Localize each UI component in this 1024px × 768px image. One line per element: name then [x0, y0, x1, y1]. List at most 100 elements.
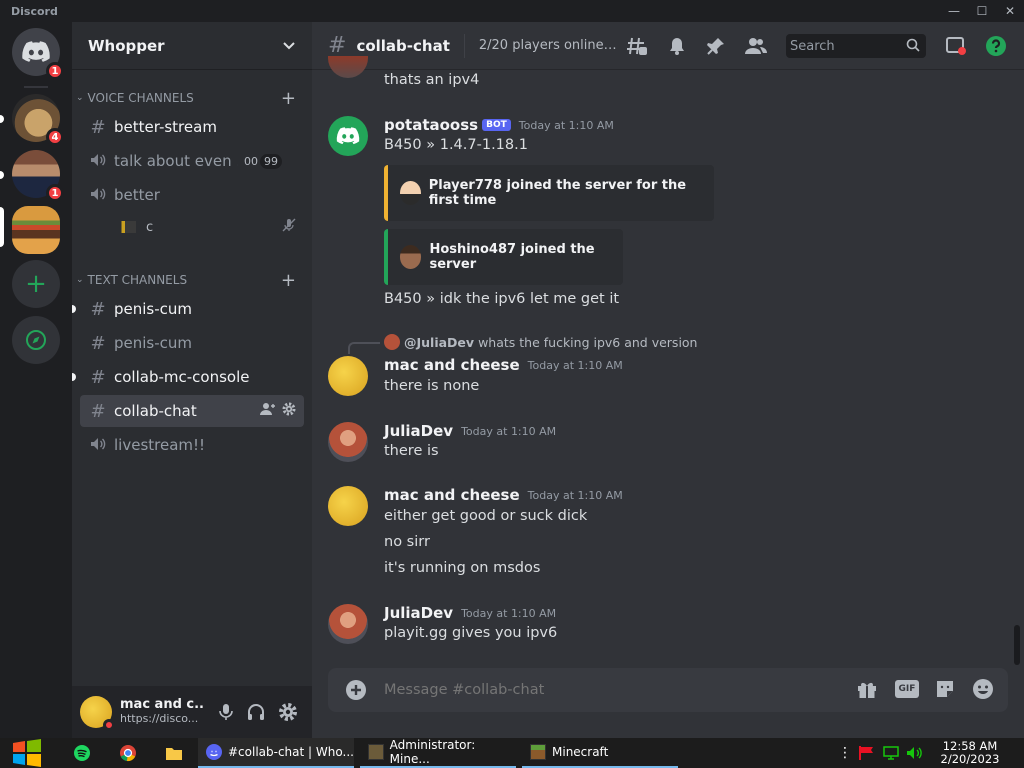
player-avatar	[400, 181, 421, 205]
channel-collab-mc-console[interactable]: # collab-mc-console	[72, 361, 304, 393]
message-author[interactable]: mac and cheese	[384, 356, 520, 374]
server-icon[interactable]: 1	[12, 150, 64, 202]
gear-icon[interactable]	[282, 402, 296, 420]
channel-livestream[interactable]: livestream!!	[80, 429, 304, 461]
message-author[interactable]: JuliaDev	[384, 604, 453, 622]
avatar[interactable]	[328, 486, 368, 526]
server-icon-whopper[interactable]	[12, 206, 60, 254]
taskbar-item-admin-console[interactable]: Administrator: Mine...	[360, 738, 516, 768]
embed: Hoshino487 joined the server	[384, 229, 623, 285]
invite-icon[interactable]	[260, 402, 276, 420]
message-author[interactable]: mac and cheese	[384, 486, 520, 504]
chevron-icon: ⌄	[76, 275, 84, 285]
reply-preview[interactable]: @JuliaDev whats the fucking ipv6 and ver…	[384, 334, 697, 350]
speaker-icon	[88, 151, 108, 172]
avatar[interactable]	[328, 356, 368, 396]
network-icon[interactable]	[882, 738, 900, 768]
message-header: mac and cheese Today at 1:10 AM	[384, 486, 623, 504]
chrome-icon[interactable]	[118, 738, 138, 768]
pin-icon[interactable]	[704, 34, 728, 58]
bell-icon[interactable]	[665, 34, 689, 58]
user-settings-icon[interactable]	[278, 702, 298, 726]
start-button[interactable]	[10, 738, 44, 768]
channel-penis-cum-2[interactable]: # penis-cum	[80, 327, 304, 359]
taskbar-item-minecraft[interactable]: Minecraft	[522, 738, 678, 768]
avatar[interactable]	[328, 422, 368, 462]
volume-icon[interactable]	[906, 738, 924, 768]
selected-pill	[0, 207, 4, 247]
voice-user[interactable]: c	[80, 213, 304, 241]
speaker-icon	[88, 185, 108, 206]
discord-icon	[22, 41, 50, 62]
server-header[interactable]: Whopper	[72, 22, 312, 70]
divider	[24, 86, 48, 88]
channel-collab-chat[interactable]: # collab-chat	[80, 395, 304, 427]
hash-icon: #	[90, 116, 106, 138]
server-icon[interactable]: 4	[12, 94, 64, 146]
message-timestamp: Today at 1:10 AM	[527, 358, 623, 372]
unread-indicator	[72, 373, 76, 381]
avatar[interactable]	[80, 696, 115, 731]
message-author[interactable]: JuliaDev	[384, 422, 453, 440]
inbox-icon[interactable]	[944, 34, 968, 58]
overflow-icon[interactable]: ⋮	[838, 738, 852, 768]
channel-topic[interactable]: 2/20 players online | ...	[479, 38, 619, 53]
category-voice-channels[interactable]: ⌄ VOICE CHANNELS +	[72, 88, 312, 109]
emoji-icon[interactable]	[972, 678, 994, 704]
avatar[interactable]	[328, 604, 368, 644]
flag-icon[interactable]	[858, 738, 876, 768]
burger-avatar	[12, 206, 60, 254]
microphone-icon[interactable]	[216, 702, 236, 726]
message-text: thats an ipv4	[384, 72, 480, 88]
username: mac and c...	[120, 698, 204, 712]
add-server-button[interactable]: +	[12, 260, 60, 308]
channel-title: collab-chat	[356, 36, 450, 55]
dnd-status-icon	[103, 719, 115, 731]
title-bar: Discord — ☐ ✕	[0, 0, 1024, 22]
attach-plus-icon[interactable]	[344, 678, 368, 706]
maximize-button[interactable]: ☐	[968, 0, 996, 22]
user-count: 00	[244, 154, 258, 168]
search-input[interactable]: Search	[786, 34, 926, 58]
user-panel: mac and c... https://disco...	[72, 686, 312, 738]
category-text-channels[interactable]: ⌄ TEXT CHANNELS +	[72, 270, 312, 291]
message-author[interactable]: potataooss	[384, 116, 478, 134]
message-text: there is	[384, 443, 439, 459]
channel-better-stream[interactable]: # better-stream	[80, 111, 304, 143]
gift-icon[interactable]	[856, 678, 878, 704]
channel-sidebar: Whopper ⌄ VOICE CHANNELS + # better-stre…	[72, 22, 312, 738]
help-icon[interactable]	[984, 34, 1008, 58]
create-channel-icon[interactable]: +	[281, 88, 296, 109]
chat-area: # collab-chat 2/20 players online | ... …	[312, 22, 1024, 738]
message-input[interactable]	[384, 678, 804, 702]
avatar[interactable]	[328, 116, 368, 156]
message-composer: GIF	[328, 668, 1008, 712]
hash-icon: #	[328, 33, 347, 58]
discord-icon	[206, 744, 222, 760]
taskbar: #collab-chat | Who... Administrator: Min…	[0, 738, 1024, 768]
threads-icon[interactable]	[625, 34, 649, 58]
avatar[interactable]	[328, 56, 368, 78]
channel-talk-about[interactable]: talk about even ... 00 99	[80, 145, 304, 177]
headphones-icon[interactable]	[246, 702, 266, 726]
windows-logo-icon	[13, 739, 41, 767]
scrollbar-thumb[interactable]	[1014, 625, 1020, 665]
gif-button[interactable]: GIF	[895, 680, 919, 698]
channel-better[interactable]: better	[80, 179, 304, 211]
minimize-button[interactable]: —	[940, 0, 968, 22]
spotify-icon[interactable]	[72, 738, 92, 768]
channel-penis-cum[interactable]: # penis-cum	[72, 293, 304, 325]
taskbar-item-discord[interactable]: #collab-chat | Who...	[198, 738, 354, 768]
clock[interactable]: 12:58 AM 2/20/2023	[936, 740, 1004, 766]
explore-button[interactable]	[12, 316, 60, 364]
create-channel-icon[interactable]: +	[281, 270, 296, 291]
direct-messages-button[interactable]: 1	[12, 28, 64, 80]
user-info[interactable]: mac and c... https://disco...	[120, 698, 204, 726]
member-list-icon[interactable]	[744, 34, 768, 58]
close-button[interactable]: ✕	[996, 0, 1024, 22]
search-icon	[906, 38, 920, 56]
sticker-icon[interactable]	[934, 678, 956, 704]
notification-badge: 1	[46, 62, 64, 80]
file-explorer-icon[interactable]	[164, 738, 184, 768]
message-timestamp: Today at 1:10 AM	[527, 488, 623, 502]
